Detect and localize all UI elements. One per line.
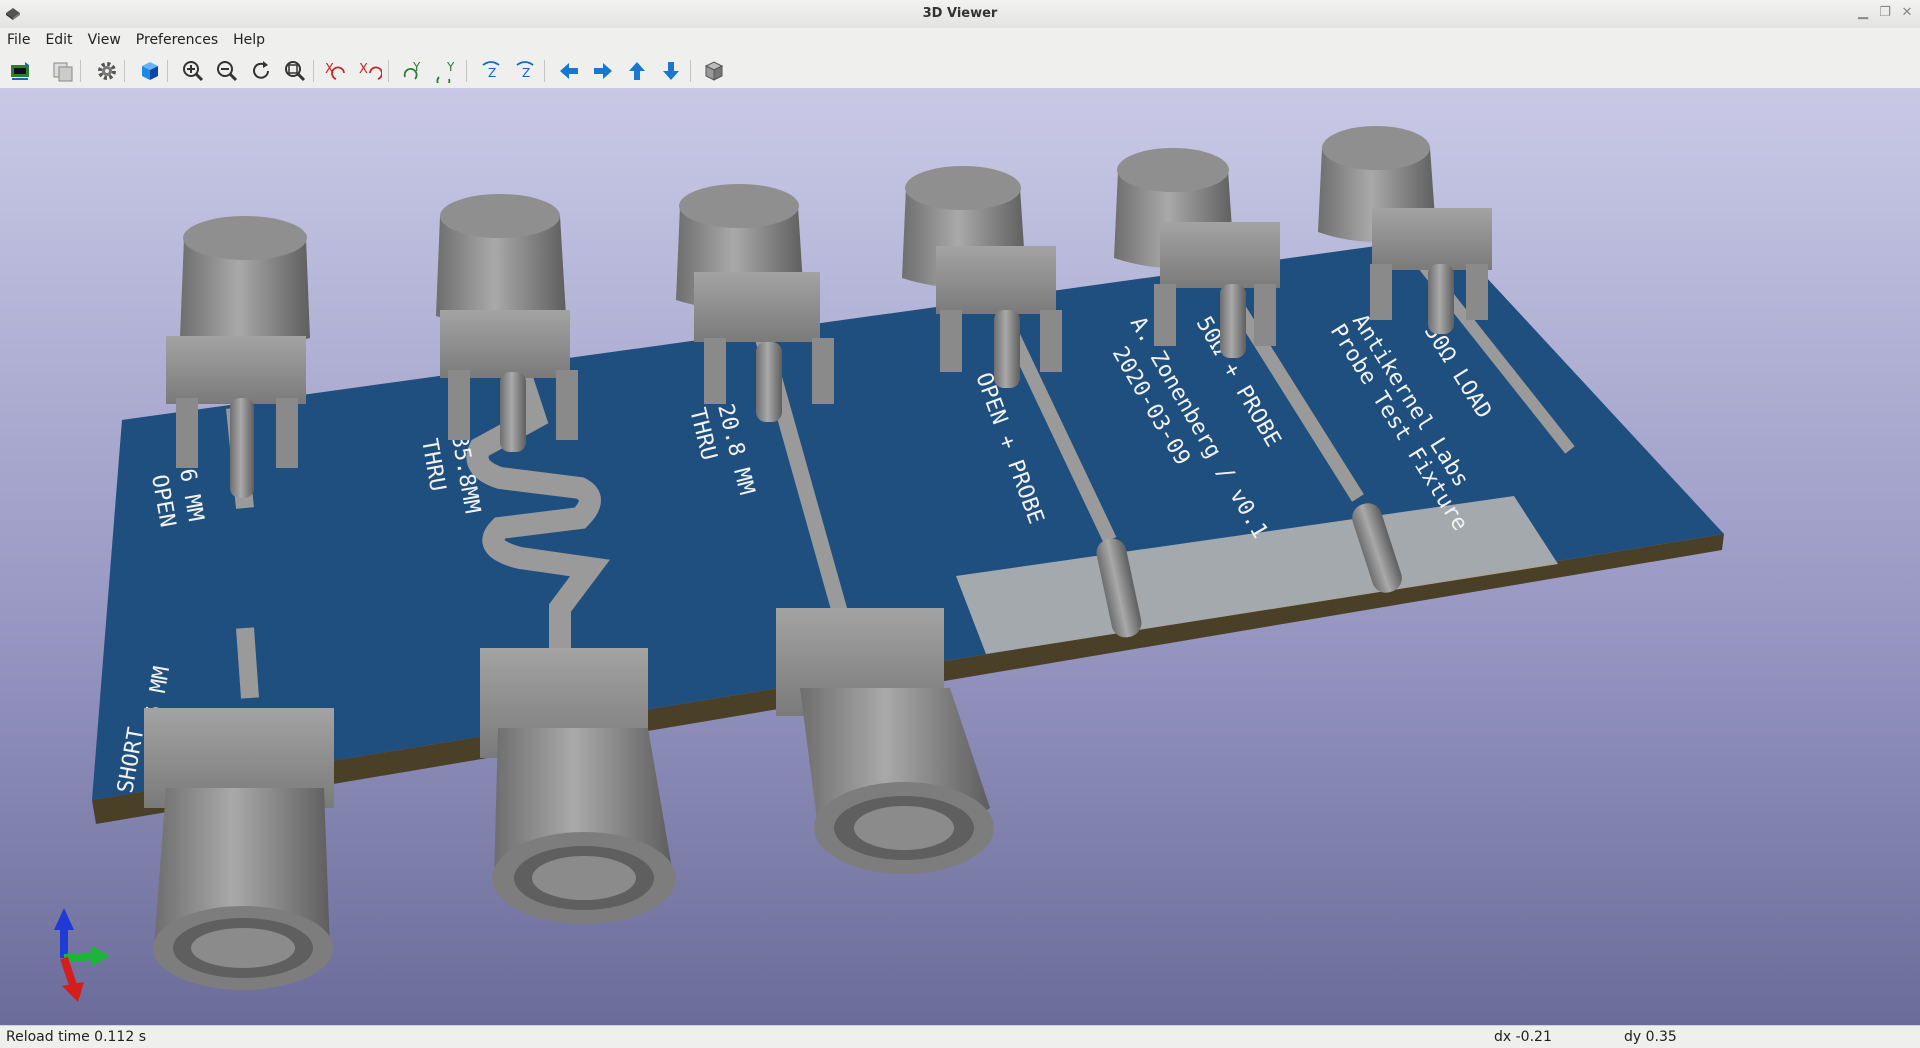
sma-connector-bottom-2 xyxy=(480,648,676,924)
rotate-z-ccw-button[interactable]: Z xyxy=(478,58,504,84)
settings-gear-icon xyxy=(98,62,116,80)
menu-file[interactable]: File xyxy=(0,32,38,48)
pcb-3d-scene: 6 MM OPEN 6 MM SHORT 35.8MM THRU 20.8 MM… xyxy=(54,126,1724,1002)
rotate-z-cw-button[interactable]: Z xyxy=(512,58,538,84)
sma-connector-top-1 xyxy=(166,216,310,498)
menu-edit[interactable]: Edit xyxy=(38,32,80,48)
move-left-button[interactable] xyxy=(556,58,582,84)
rotate-y-cw-icon: Y xyxy=(436,60,455,83)
rotate-y-ccw-icon: Y xyxy=(403,60,421,80)
rotate-x-cw-icon: X xyxy=(359,62,382,80)
3d-viewport[interactable]: 6 MM OPEN 6 MM SHORT 35.8MM THRU 20.8 MM… xyxy=(0,88,1920,1025)
redraw-icon xyxy=(253,61,269,79)
move-right-button[interactable] xyxy=(590,58,616,84)
svg-text:X: X xyxy=(359,62,368,77)
ortho-view-icon xyxy=(704,61,724,81)
raytrace-button[interactable] xyxy=(137,58,163,84)
rotate-y-ccw-button[interactable]: Y xyxy=(400,58,426,84)
rotate-z-cw-icon: Z xyxy=(516,61,534,80)
rotate-y-cw-button[interactable]: Y xyxy=(434,58,460,84)
menu-view[interactable]: View xyxy=(81,32,129,48)
reload-board-icon xyxy=(11,62,29,80)
sma-connector-bottom-1 xyxy=(144,708,334,990)
rotate-x-ccw-button[interactable]: X xyxy=(323,58,349,84)
rotate-z-ccw-icon: Z xyxy=(482,61,500,80)
close-icon[interactable]: ✕ xyxy=(1900,6,1914,20)
rotate-x-cw-button[interactable]: X xyxy=(357,58,383,84)
minimize-icon[interactable]: ▁ xyxy=(1856,6,1870,20)
move-up-button[interactable] xyxy=(624,58,650,84)
zoom-fit-icon xyxy=(285,61,306,82)
window-title: 3D Viewer xyxy=(922,6,998,21)
menu-help[interactable]: Help xyxy=(226,32,273,48)
zoom-in-button[interactable] xyxy=(180,58,206,84)
zoom-out-button[interactable] xyxy=(214,58,240,84)
svg-text:Z: Z xyxy=(522,66,530,80)
title-bar: 3D Viewer ▁ ❐ ✕ xyxy=(0,0,1920,29)
raytrace-cube-icon xyxy=(142,62,158,80)
axis-gizmo xyxy=(54,908,110,1002)
move-left-icon xyxy=(560,63,578,79)
svg-text:Y: Y xyxy=(446,60,455,74)
dy-status: dy 0.35 xyxy=(1624,1029,1677,1045)
settings-button[interactable] xyxy=(94,58,120,84)
rotate-x-ccw-icon: X xyxy=(325,62,345,80)
sma-connector-top-2 xyxy=(436,194,578,452)
reload-time-status: Reload time 0.112 s xyxy=(6,1029,146,1045)
copy-image-icon xyxy=(53,62,73,82)
dx-status: dx -0.21 xyxy=(1494,1029,1552,1045)
move-right-icon xyxy=(594,63,612,79)
menu-preferences[interactable]: Preferences xyxy=(129,32,226,48)
zoom-in-icon xyxy=(183,61,204,82)
copy-image-button[interactable] xyxy=(50,58,76,84)
maximize-icon[interactable]: ❐ xyxy=(1878,6,1892,20)
zoom-fit-button[interactable] xyxy=(282,58,308,84)
move-down-icon xyxy=(663,62,679,80)
move-down-button[interactable] xyxy=(658,58,684,84)
status-bar: Reload time 0.112 s dx -0.21 dy 0.35 xyxy=(0,1025,1920,1048)
svg-text:Z: Z xyxy=(488,66,496,80)
ortho-view-button[interactable] xyxy=(701,58,727,84)
reload-board-button[interactable] xyxy=(7,58,33,84)
menu-bar: File Edit View Preferences Help xyxy=(0,28,1920,52)
move-up-icon xyxy=(629,62,645,80)
toolbar: X X Y Y Z Z xyxy=(0,52,1920,89)
zoom-out-icon xyxy=(217,61,238,82)
redraw-button[interactable] xyxy=(248,58,274,84)
